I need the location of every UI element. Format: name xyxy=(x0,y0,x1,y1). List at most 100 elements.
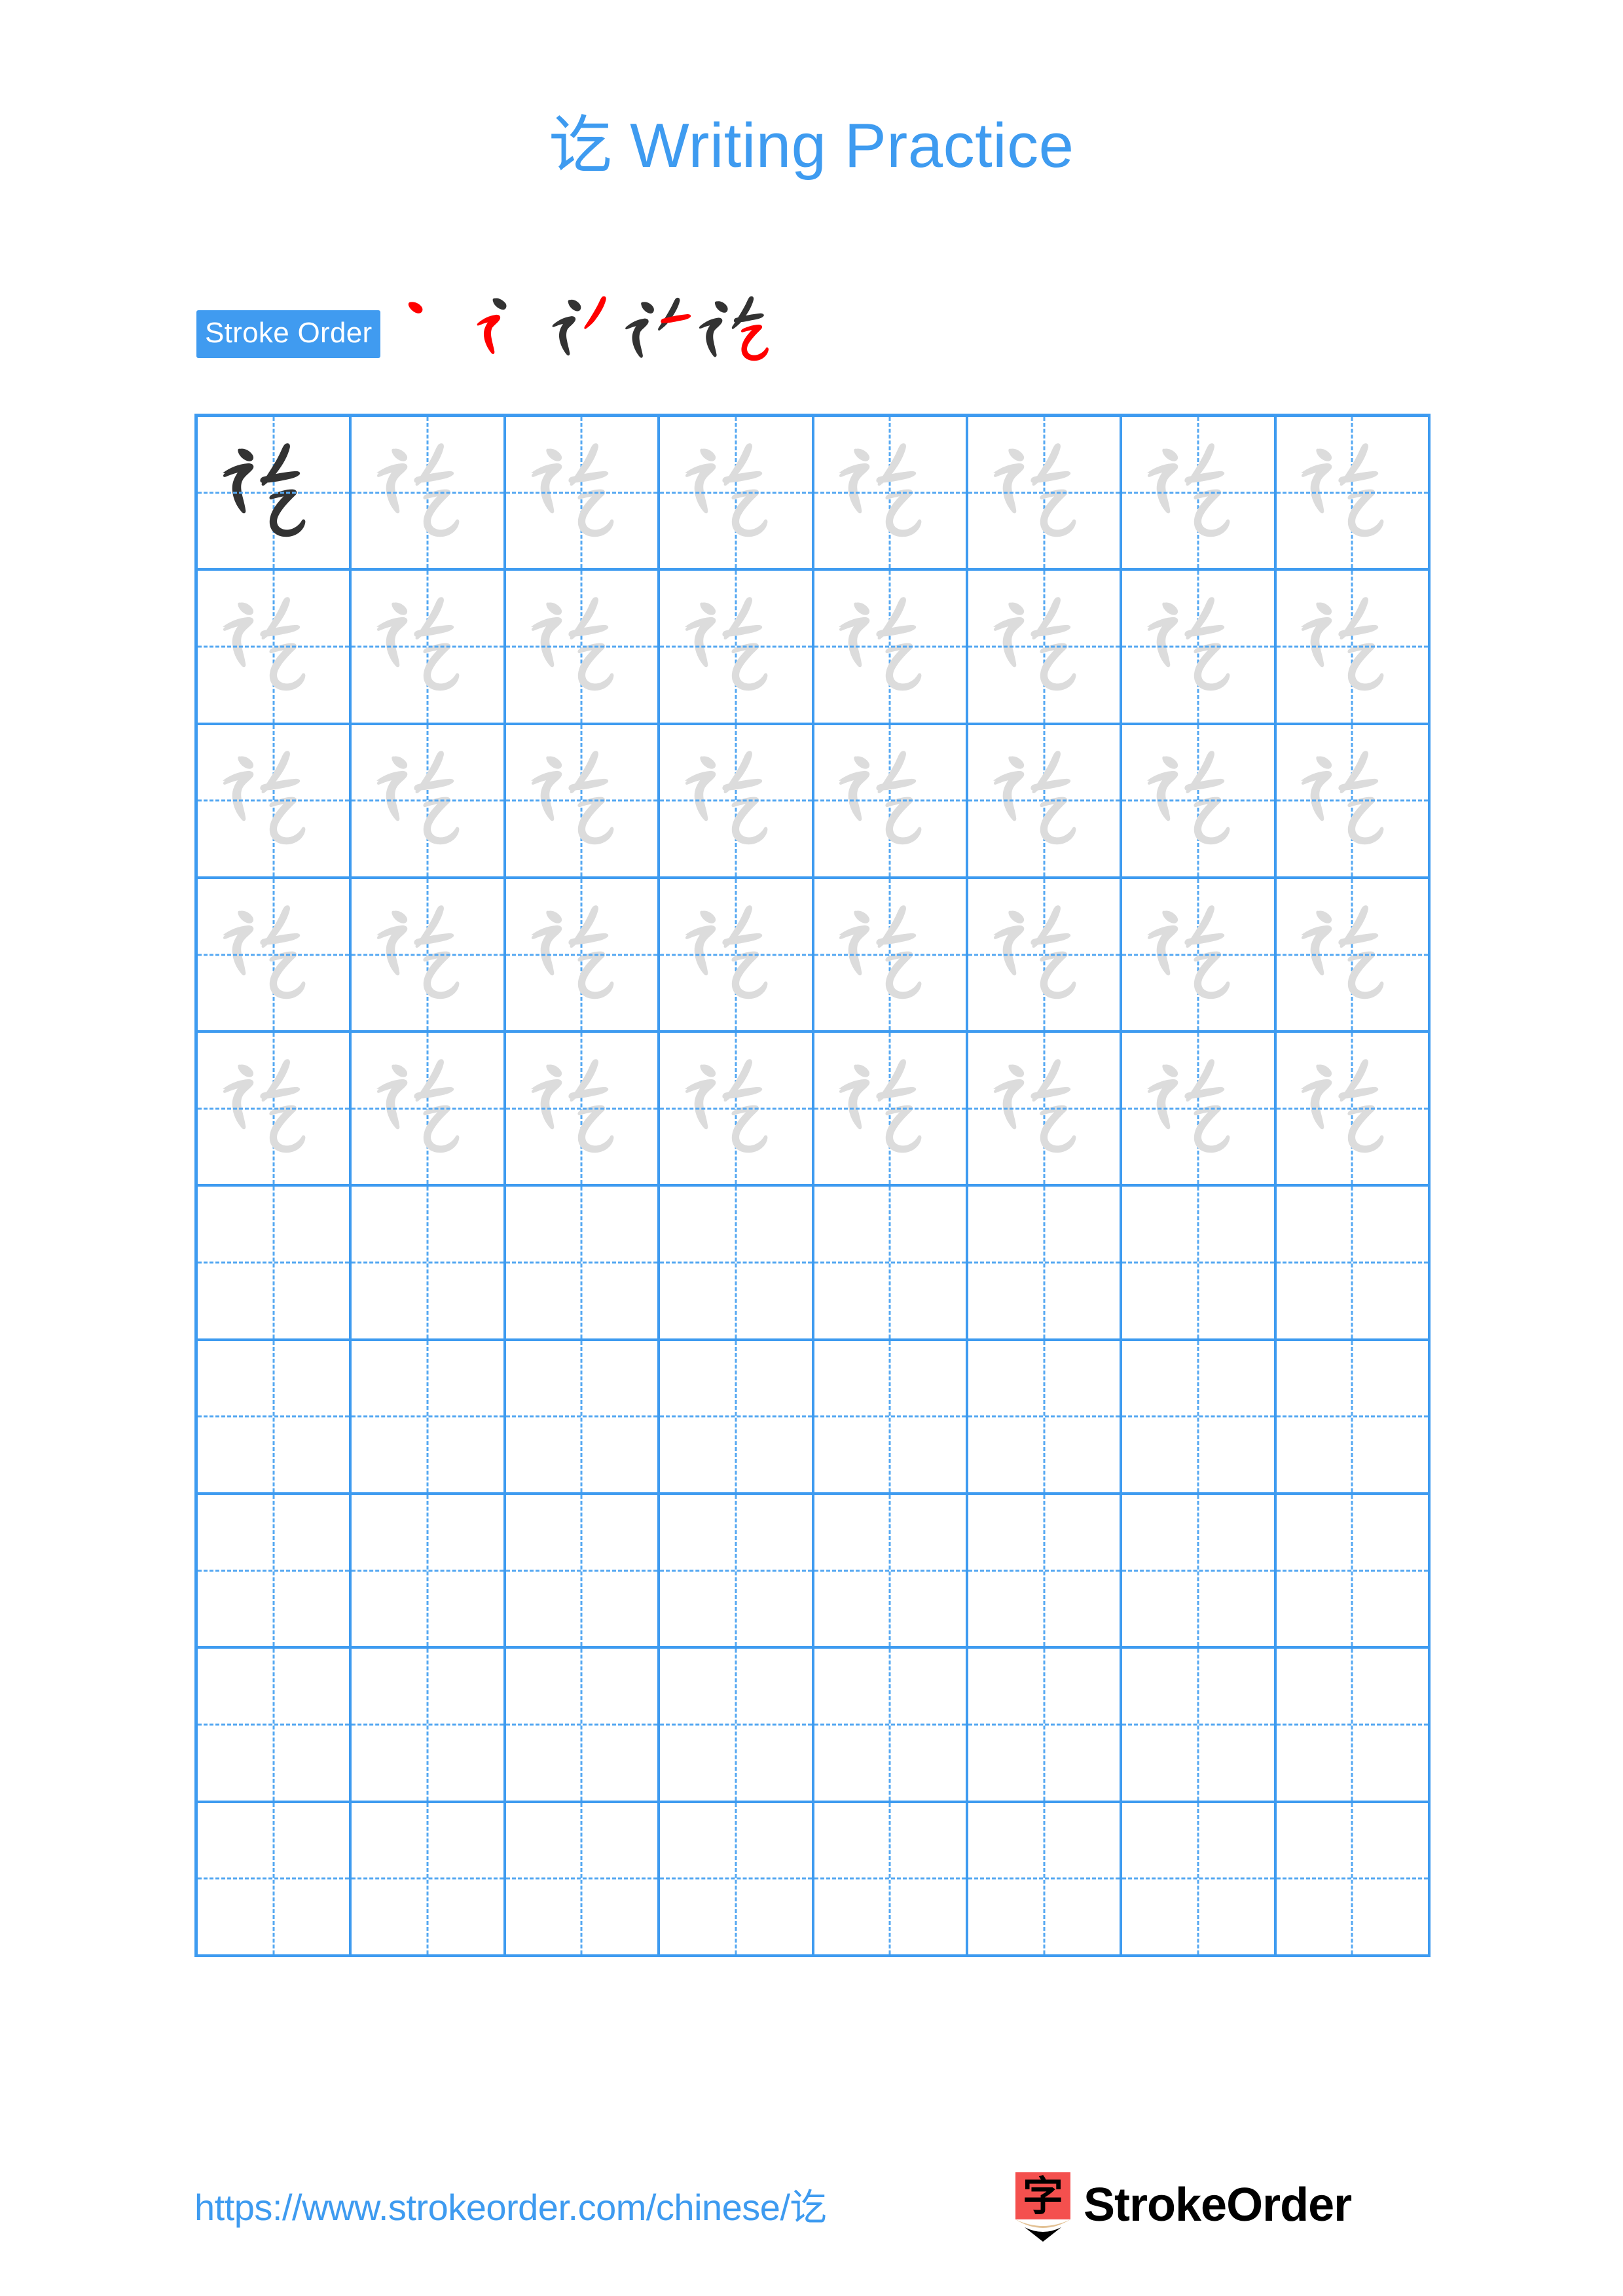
practice-cell-r4-c7[interactable] xyxy=(1122,878,1277,1033)
practice-cell-r6-c8[interactable] xyxy=(1276,1187,1431,1341)
practice-cell-r9-c6[interactable] xyxy=(968,1649,1123,1803)
practice-cell-r1-c1[interactable] xyxy=(198,417,352,571)
pencil-logo-icon: 字 xyxy=(1012,2172,1074,2242)
practice-cell-r8-c5[interactable] xyxy=(814,1495,968,1649)
brand-logo[interactable]: 字 StrokeOrder xyxy=(1012,2172,1352,2242)
practice-cell-r9-c4[interactable] xyxy=(660,1649,814,1803)
tracing-character xyxy=(814,725,966,876)
tracing-character xyxy=(1277,879,1428,1030)
practice-grid-row xyxy=(198,571,1431,725)
practice-cell-r5-c6[interactable] xyxy=(968,1033,1123,1187)
practice-cell-r5-c1[interactable] xyxy=(198,1033,352,1187)
stroke-order-section: Stroke Order xyxy=(196,296,774,361)
practice-cell-r2-c5[interactable] xyxy=(814,571,968,725)
practice-cell-r7-c4[interactable] xyxy=(660,1340,814,1496)
practice-cell-r4-c6[interactable] xyxy=(968,878,1123,1033)
practice-cell-r1-c8[interactable] xyxy=(1276,417,1431,571)
practice-cell-r5-c4[interactable] xyxy=(660,1033,814,1187)
tracing-character xyxy=(968,1033,1120,1184)
practice-cell-r3-c2[interactable] xyxy=(352,725,506,879)
practice-grid[interactable] xyxy=(194,414,1431,1957)
practice-cell-r10-c1[interactable] xyxy=(198,1803,352,1957)
practice-cell-r3-c7[interactable] xyxy=(1122,725,1277,879)
tracing-character xyxy=(352,417,503,568)
practice-cell-r8-c1[interactable] xyxy=(198,1495,352,1649)
practice-cell-r8-c3[interactable] xyxy=(505,1495,661,1649)
practice-cell-r3-c5[interactable] xyxy=(814,725,968,879)
practice-cell-r6-c5[interactable] xyxy=(814,1187,968,1341)
practice-cell-r4-c8[interactable] xyxy=(1276,878,1431,1033)
practice-cell-r3-c4[interactable] xyxy=(660,725,814,879)
practice-cell-r4-c2[interactable] xyxy=(352,878,506,1033)
practice-cell-r8-c7[interactable] xyxy=(1122,1495,1277,1649)
practice-cell-r1-c5[interactable] xyxy=(814,417,968,571)
tracing-character xyxy=(198,571,349,722)
practice-cell-r7-c7[interactable] xyxy=(1122,1340,1277,1496)
practice-cell-r5-c5[interactable] xyxy=(814,1033,968,1187)
practice-cell-r3-c6[interactable] xyxy=(968,725,1123,879)
practice-cell-r5-c2[interactable] xyxy=(352,1033,506,1187)
practice-cell-r2-c7[interactable] xyxy=(1122,571,1277,725)
tracing-character xyxy=(968,417,1120,568)
practice-cell-r2-c6[interactable] xyxy=(968,571,1123,725)
svg-text:字: 字 xyxy=(1023,2172,1063,2220)
practice-cell-r7-c3[interactable] xyxy=(505,1340,661,1496)
practice-grid-row xyxy=(198,1495,1431,1649)
practice-cell-r2-c2[interactable] xyxy=(352,571,506,725)
practice-cell-r6-c2[interactable] xyxy=(352,1187,506,1341)
practice-grid-row xyxy=(198,878,1431,1033)
practice-cell-r6-c4[interactable] xyxy=(660,1187,814,1341)
practice-cell-r3-c8[interactable] xyxy=(1276,725,1431,879)
practice-cell-r2-c1[interactable] xyxy=(198,571,352,725)
practice-cell-r8-c2[interactable] xyxy=(352,1495,506,1649)
practice-cell-r9-c8[interactable] xyxy=(1276,1649,1431,1803)
practice-cell-r8-c8[interactable] xyxy=(1276,1495,1431,1649)
tracing-character xyxy=(1122,879,1273,1030)
practice-cell-r2-c8[interactable] xyxy=(1276,571,1431,725)
practice-cell-r10-c8[interactable] xyxy=(1276,1803,1431,1957)
practice-cell-r10-c5[interactable] xyxy=(814,1803,968,1957)
practice-cell-r9-c5[interactable] xyxy=(814,1649,968,1803)
tracing-character xyxy=(814,879,966,1030)
practice-cell-r7-c5[interactable] xyxy=(814,1340,968,1496)
practice-cell-r4-c3[interactable] xyxy=(505,878,661,1033)
practice-cell-r6-c7[interactable] xyxy=(1122,1187,1277,1341)
practice-cell-r9-c3[interactable] xyxy=(505,1649,661,1803)
practice-cell-r1-c6[interactable] xyxy=(968,417,1123,571)
practice-cell-r5-c8[interactable] xyxy=(1276,1033,1431,1187)
practice-cell-r4-c4[interactable] xyxy=(660,878,814,1033)
practice-cell-r8-c4[interactable] xyxy=(660,1495,814,1649)
footer-url-link[interactable]: https://www.strokeorder.com/chinese/讫 xyxy=(194,2178,827,2231)
practice-cell-r1-c7[interactable] xyxy=(1122,417,1277,571)
practice-cell-r9-c7[interactable] xyxy=(1122,1649,1277,1803)
practice-cell-r4-c1[interactable] xyxy=(198,878,352,1033)
practice-cell-r3-c1[interactable] xyxy=(198,725,352,879)
practice-cell-r7-c6[interactable] xyxy=(968,1340,1123,1496)
practice-cell-r4-c5[interactable] xyxy=(814,878,968,1033)
practice-cell-r7-c8[interactable] xyxy=(1276,1340,1431,1496)
practice-cell-r5-c3[interactable] xyxy=(505,1033,661,1187)
practice-cell-r10-c4[interactable] xyxy=(660,1803,814,1957)
practice-cell-r3-c3[interactable] xyxy=(505,725,661,879)
practice-cell-r6-c6[interactable] xyxy=(968,1187,1123,1341)
practice-cell-r9-c1[interactable] xyxy=(198,1649,352,1803)
practice-cell-r2-c3[interactable] xyxy=(505,571,661,725)
practice-cell-r6-c1[interactable] xyxy=(198,1187,352,1341)
practice-cell-r10-c3[interactable] xyxy=(505,1803,661,1957)
practice-cell-r1-c2[interactable] xyxy=(352,417,506,571)
practice-cell-r7-c1[interactable] xyxy=(198,1340,352,1496)
practice-cell-r9-c2[interactable] xyxy=(352,1649,506,1803)
practice-cell-r7-c2[interactable] xyxy=(352,1340,506,1496)
practice-cell-r10-c6[interactable] xyxy=(968,1803,1123,1957)
practice-cell-r10-c2[interactable] xyxy=(352,1803,506,1957)
tracing-character xyxy=(660,1033,811,1184)
practice-cell-r8-c6[interactable] xyxy=(968,1495,1123,1649)
practice-cell-r10-c7[interactable] xyxy=(1122,1803,1277,1957)
practice-cell-r2-c4[interactable] xyxy=(660,571,814,725)
practice-cell-r1-c4[interactable] xyxy=(660,417,814,571)
practice-grid-row xyxy=(198,1033,1431,1187)
practice-cell-r1-c3[interactable] xyxy=(505,417,661,571)
practice-cell-r6-c3[interactable] xyxy=(505,1187,661,1341)
practice-cell-r5-c7[interactable] xyxy=(1122,1033,1277,1187)
tracing-character xyxy=(814,571,966,722)
